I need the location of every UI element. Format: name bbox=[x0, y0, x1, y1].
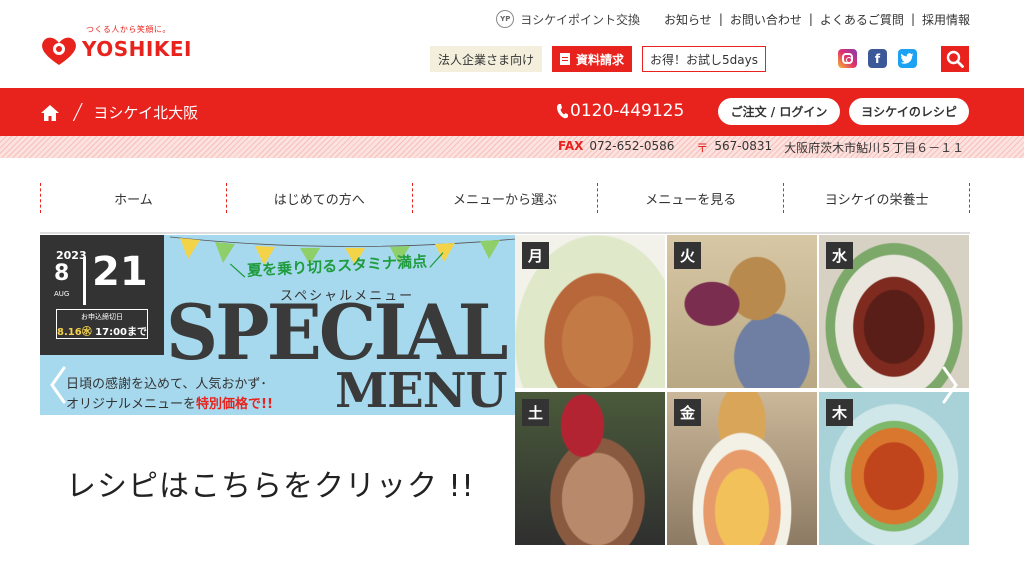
site-header: つくる人から笑顔に。 YOSHIKEI YP ヨシケイポイント交換 お知らせ |… bbox=[0, 0, 1024, 88]
postal-code: 567-0831 bbox=[714, 139, 773, 153]
logo-wordmark: YOSHIKEI bbox=[82, 37, 192, 61]
contact-link[interactable]: お問い合わせ bbox=[730, 11, 802, 28]
order-login-button[interactable]: ご注文 / ログイン bbox=[718, 98, 840, 125]
day-label: 月 bbox=[522, 242, 549, 269]
deadline-value: 8.16㊌ 17:00まで bbox=[57, 323, 147, 338]
deadline-box: お申込締切日 8.16㊌ 17:00まで bbox=[56, 309, 148, 339]
recipe-button[interactable]: ヨシケイのレシピ bbox=[849, 98, 969, 125]
nav-item-view-menu[interactable]: メニューを見る bbox=[597, 183, 783, 213]
breadcrumb-separator: / bbox=[71, 100, 84, 125]
postal-mark: 〒 bbox=[696, 141, 709, 155]
phone-number[interactable]: 0120-449125 bbox=[556, 101, 684, 121]
food-tile-tuesday: 火 bbox=[667, 235, 817, 388]
food-tile-friday: 金 bbox=[667, 392, 817, 545]
branch-name: ヨシケイ北大阪 bbox=[93, 104, 199, 122]
logo-tagline: つくる人から笑顔に。 bbox=[86, 25, 171, 34]
recipe-click-text[interactable]: レシピはこちらをクリック !! bbox=[66, 461, 475, 505]
separator: | bbox=[718, 12, 723, 26]
deadline-weekday: ㊌ bbox=[81, 327, 92, 338]
date-day: 21 bbox=[92, 249, 148, 295]
delivery-date-badge: 2023 8 AUG 21 お申込締切日 8.16㊌ 17:00まで bbox=[40, 235, 164, 355]
desc-line-2a: オリジナルメニューを bbox=[66, 397, 197, 412]
facebook-icon[interactable]: f bbox=[868, 49, 887, 68]
nav-item-dietitian[interactable]: ヨシケイの栄養士 bbox=[783, 183, 970, 213]
faq-link[interactable]: よくあるご質問 bbox=[820, 11, 904, 28]
nav-item-home[interactable]: ホーム bbox=[40, 183, 226, 213]
trial-5days-button[interactable]: お得！お試し5days bbox=[642, 46, 767, 72]
banner-menu-word: MENU bbox=[335, 363, 507, 419]
contact-info-strip: FAX 072-652-0586 〒 567-0831 大阪府茨木市鮎川５丁目６… bbox=[0, 136, 1024, 158]
document-request-label: 資料請求 bbox=[576, 52, 625, 67]
desc-line-2b: 特別価格で!! bbox=[196, 397, 273, 412]
banner-text-panel: 2023 8 AUG 21 お申込締切日 8.16㊌ 17:00まで 夏を乗り切… bbox=[40, 235, 515, 545]
yp-point-icon: YP bbox=[496, 10, 515, 28]
nav-divider bbox=[40, 232, 970, 234]
deadline-date: 8.16 bbox=[57, 327, 82, 338]
day-label: 火 bbox=[674, 242, 701, 269]
top-links: YP ヨシケイポイント交換 お知らせ | お問い合わせ | よくあるご質問 | … bbox=[496, 10, 970, 28]
food-tile-thursday: 木 bbox=[819, 392, 969, 545]
document-request-button[interactable]: 資料請求 bbox=[552, 46, 633, 72]
day-label: 木 bbox=[826, 399, 853, 426]
home-icon[interactable] bbox=[40, 104, 60, 122]
header-buttons: 法人企業さま向け 資料請求 お得！お試し5days bbox=[430, 46, 767, 72]
desc-line-1: 日頃の感謝を込めて、人気おかず･ bbox=[66, 377, 267, 392]
food-tile-saturday: 土 bbox=[515, 392, 665, 545]
breadcrumb: / ヨシケイ北大阪 bbox=[40, 100, 198, 125]
social-links: f bbox=[838, 49, 928, 68]
fax-label: FAX bbox=[558, 139, 584, 153]
desc-line-2: オリジナルメニューを特別価格で!! bbox=[66, 395, 273, 415]
address: 大阪府茨木市鮎川５丁目６－１１ bbox=[784, 141, 965, 155]
heart-logo-icon bbox=[42, 37, 76, 65]
twitter-icon[interactable] bbox=[898, 49, 917, 68]
phone-icon bbox=[557, 104, 568, 119]
fax-number: 072-652-0586 bbox=[589, 139, 675, 153]
instagram-icon[interactable] bbox=[838, 49, 857, 68]
fax-address: FAX 072-652-0586 〒 567-0831 大阪府茨木市鮎川５丁目６… bbox=[558, 139, 964, 156]
corporate-button[interactable]: 法人企業さま向け bbox=[430, 46, 543, 72]
separator: | bbox=[910, 12, 915, 26]
deadline-label: お申込締切日 bbox=[81, 313, 123, 321]
banner-description: 日頃の感謝を込めて、人気おかず･ オリジナルメニューを特別価格で!! bbox=[66, 375, 273, 415]
day-label: 水 bbox=[826, 242, 853, 269]
day-label: 土 bbox=[522, 399, 549, 426]
global-nav: ホーム はじめての方へ メニューから選ぶ メニューを見る ヨシケイの栄養士 bbox=[40, 183, 970, 213]
special-menu-banner[interactable]: 2023 8 AUG 21 お申込締切日 8.16㊌ 17:00まで 夏を乗り切… bbox=[40, 235, 970, 545]
banner-special-word: SPECIAL bbox=[166, 288, 508, 377]
nav-item-choose-menu[interactable]: メニューから選ぶ bbox=[411, 183, 598, 213]
search-icon bbox=[946, 50, 964, 68]
day-label: 金 bbox=[674, 399, 701, 426]
yoshikei-logo[interactable]: つくる人から笑顔に。 YOSHIKEI bbox=[40, 24, 200, 70]
recruit-link[interactable]: 採用情報 bbox=[922, 11, 970, 28]
date-month: 8 bbox=[54, 261, 70, 286]
date-month-abbr: AUG bbox=[54, 290, 70, 298]
news-link[interactable]: お知らせ bbox=[664, 11, 712, 28]
separator: | bbox=[808, 12, 813, 26]
point-exchange-link[interactable]: ヨシケイポイント交換 bbox=[520, 11, 640, 28]
deadline-time: 17:00まで bbox=[95, 327, 148, 338]
branch-bar: / ヨシケイ北大阪 0120-449125 ご注文 / ログイン ヨシケイのレシ… bbox=[0, 88, 1024, 136]
weekly-food-grid: 月 火 水 土 金 木 bbox=[515, 235, 970, 545]
date-divider bbox=[83, 257, 86, 305]
phone-number-text: 0120-449125 bbox=[570, 101, 685, 121]
carousel-next-icon[interactable] bbox=[940, 365, 960, 405]
nav-item-beginners[interactable]: はじめての方へ bbox=[225, 183, 412, 213]
search-button[interactable] bbox=[941, 46, 969, 72]
document-icon bbox=[560, 53, 571, 65]
food-tile-monday: 月 bbox=[515, 235, 665, 388]
carousel-prev-icon[interactable] bbox=[48, 365, 68, 405]
